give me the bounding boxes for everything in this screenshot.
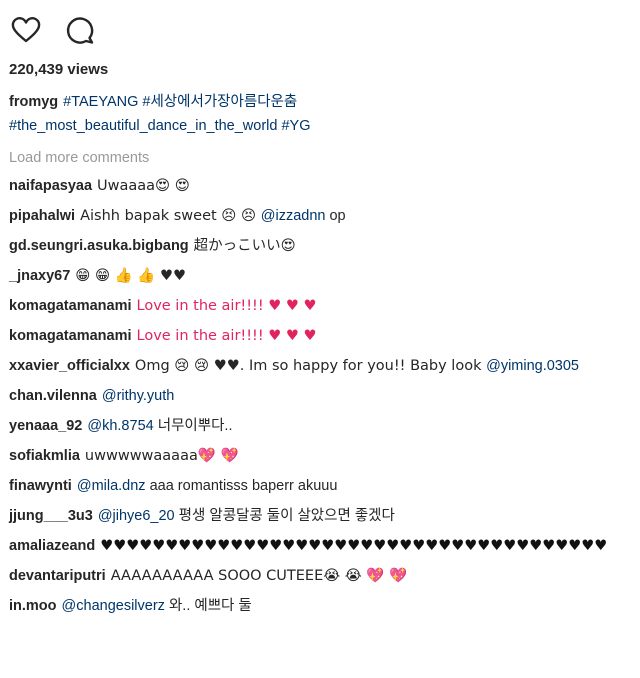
comment-row: komagatamanami Love in the air!!!! ♥ ♥ ♥: [9, 324, 621, 349]
caption: fromyg #TAEYANG #세상에서가장아름다운춤 #the_most_be…: [9, 90, 621, 138]
comment-username[interactable]: pipahalwi: [9, 208, 75, 224]
mention-link[interactable]: @kh.8754: [87, 418, 153, 434]
comment-row: in.moo @changesilverz 와.. 예쁘다 둘: [9, 594, 621, 619]
comment-username[interactable]: sofiakmlia: [9, 448, 80, 464]
comment-icon[interactable]: [64, 14, 96, 46]
comment-username[interactable]: finawynti: [9, 478, 72, 494]
comment-row: yenaaa_92 @kh.8754 너무이뿌다..: [9, 414, 621, 439]
comment-username[interactable]: yenaaa_92: [9, 418, 82, 434]
comment-username[interactable]: devantariputri: [9, 568, 106, 584]
comment-text: AAAAAAAAAA SOOO CUTEEE😭 😭 💖 💖: [110, 568, 408, 584]
hashtag-link[interactable]: #세상에서가장아름다운춤: [142, 94, 297, 110]
comment-row: devantariputri AAAAAAAAAA SOOO CUTEEE😭 😭 …: [9, 564, 621, 589]
comment-text: Love in the air!!!! ♥ ♥ ♥: [136, 328, 317, 344]
comment-text-after: 평생 알콩달콩 둘이 살았으면 좋겠다: [174, 508, 395, 524]
comment-username[interactable]: _jnaxy67: [9, 268, 70, 284]
hashtag-link[interactable]: #the_most_beautiful_dance_in_the_world: [9, 118, 277, 134]
comment-text: Love in the air!!!! ♥ ♥ ♥: [136, 298, 317, 314]
comment-list: fromyg #TAEYANG #세상에서가장아름다운춤 #the_most_be…: [9, 90, 621, 624]
comment-row: sofiakmlia uwwwwwaaaaa💖 💖: [9, 444, 621, 469]
mention-link[interactable]: @yiming.0305: [486, 358, 579, 374]
comment-text: Omg 😢 😢 ♥♥. Im so happy for you!! Baby l…: [134, 358, 487, 374]
comment-username[interactable]: amaliazeand: [9, 538, 95, 554]
comment-username[interactable]: komagatamanami: [9, 328, 132, 344]
hashtag-link[interactable]: #YG: [281, 118, 310, 134]
comment-text: Uwaaaa😍 😍: [97, 178, 190, 194]
comment-username[interactable]: in.moo: [9, 598, 57, 614]
comment-text: 😁 😁 👍 👍 ♥♥: [75, 268, 187, 284]
heart-icon[interactable]: [10, 14, 42, 46]
caption-username[interactable]: fromyg: [9, 94, 58, 110]
comment-username[interactable]: gd.seungri.asuka.bigbang: [9, 238, 189, 254]
comment-row: gd.seungri.asuka.bigbang 超かっこいい😍: [9, 234, 621, 259]
hashtag-link[interactable]: #TAEYANG: [63, 94, 138, 110]
comment-row: xxavier_officialxx Omg 😢 😢 ♥♥. Im so happ…: [9, 354, 621, 379]
comment-row: finawynti @mila.dnz aaa romantisss baperr…: [9, 474, 621, 499]
comment-row: naifapasyaa Uwaaaa😍 😍: [9, 174, 621, 199]
comment-text: 超かっこいい😍: [193, 238, 296, 254]
comment-username[interactable]: xxavier_officialxx: [9, 358, 130, 374]
comment-text: ♥♥♥♥♥♥♥♥♥♥♥♥♥♥♥♥♥♥♥♥♥♥♥♥♥♥♥♥♥♥♥♥♥♥♥♥♥♥♥: [100, 538, 608, 554]
comment-text: uwwwwwaaaaa💖 💖: [84, 448, 239, 464]
comment-username[interactable]: naifapasyaa: [9, 178, 92, 194]
comment-text: Aishh bapak sweet 😣 😣: [80, 208, 261, 224]
comment-row: jjung___3u3 @jihye6_20 평생 알콩달콩 둘이 살았으면 좋겠…: [9, 504, 621, 529]
comment-text-after: 너무이뿌다..: [153, 418, 233, 434]
comment-text-after: aaa romantisss baperr akuuu: [145, 478, 338, 494]
comment-username[interactable]: chan.vilenna: [9, 388, 97, 404]
mention-link[interactable]: @rithy.yuth: [102, 388, 174, 404]
view-count[interactable]: 220,439 views: [9, 61, 108, 78]
mention-link[interactable]: @changesilverz: [62, 598, 165, 614]
comment-username[interactable]: komagatamanami: [9, 298, 132, 314]
mention-link[interactable]: @jihye6_20: [98, 508, 175, 524]
comment-row: amaliazeand ♥♥♥♥♥♥♥♥♥♥♥♥♥♥♥♥♥♥♥♥♥♥♥♥♥♥♥♥♥…: [9, 534, 621, 559]
comment-username[interactable]: jjung___3u3: [9, 508, 93, 524]
action-bar: [10, 14, 96, 46]
comment-row: pipahalwi Aishh bapak sweet 😣 😣 @izzadnn …: [9, 204, 621, 229]
mention-link[interactable]: @mila.dnz: [77, 478, 146, 494]
comment-row: komagatamanami Love in the air!!!! ♥ ♥ ♥: [9, 294, 621, 319]
comment-row: chan.vilenna @rithy.yuth: [9, 384, 621, 409]
mention-link[interactable]: @izzadnn: [261, 208, 326, 224]
post-comments-panel: 220,439 views fromyg #TAEYANG #세상에서가장아름다운…: [0, 0, 640, 678]
load-more-comments-link[interactable]: Load more comments: [9, 146, 149, 170]
comment-text-after: op: [325, 208, 346, 224]
comment-text-after: 와.. 예쁘다 둘: [164, 598, 252, 614]
comment-row: _jnaxy67 😁 😁 👍 👍 ♥♥: [9, 264, 621, 289]
